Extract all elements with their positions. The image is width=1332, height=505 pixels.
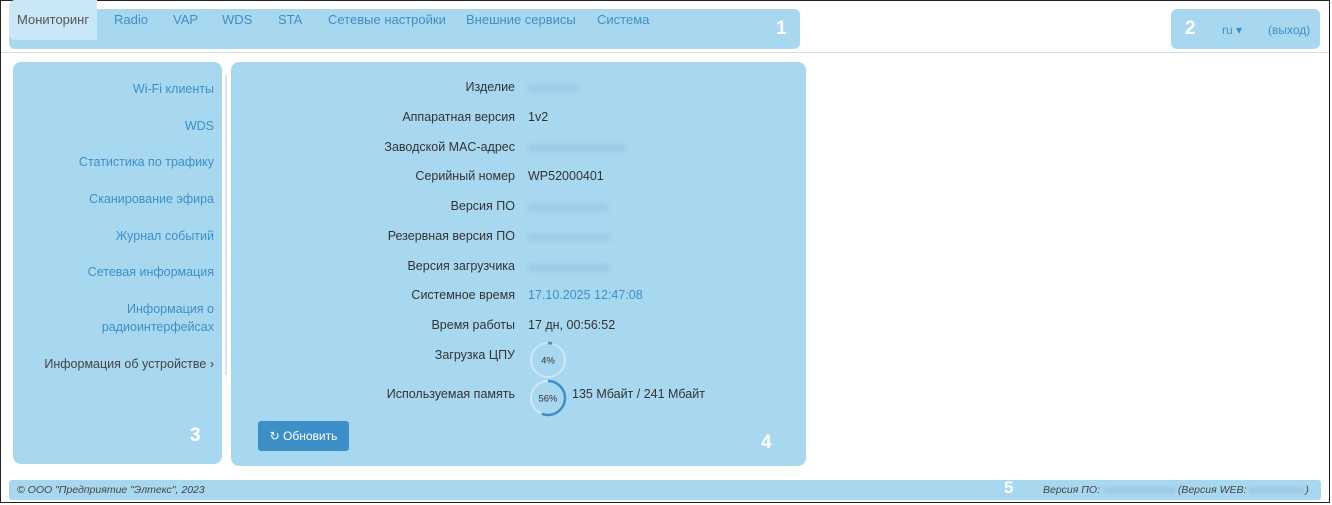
sidebar-item-device-info[interactable]: Информация об устройстве › xyxy=(44,355,214,373)
label-product: Изделие xyxy=(465,80,516,94)
label-system-time: Системное время xyxy=(411,288,515,302)
sidebar-item-radio-interfaces[interactable]: Информация о радиоинтерфейсах xyxy=(102,300,214,336)
footer-versions: Версия ПО: (Версия WEB: ) xyxy=(1043,480,1309,500)
value-product-redacted xyxy=(527,84,579,93)
memory-usage-text: 135 Мбайт / 241 Мбайт xyxy=(572,387,705,401)
label-factory-mac: Заводской MAC-адрес xyxy=(384,140,515,154)
sidebar-item-traffic-stats[interactable]: Статистика по трафику xyxy=(79,153,214,171)
logout-link[interactable]: (выход) xyxy=(1268,10,1310,50)
tab-radio[interactable]: Radio xyxy=(114,0,148,40)
tab-wds[interactable]: WDS xyxy=(222,0,252,40)
value-backup-fw-version-redacted xyxy=(527,233,611,242)
sidebar-item-wifi-clients[interactable]: Wi-Fi клиенты xyxy=(133,80,214,98)
label-hw-version: Аппаратная версия xyxy=(402,110,515,124)
value-system-time[interactable]: 17.10.2025 12:47:08 xyxy=(528,288,643,302)
cpu-load-gauge: 4% xyxy=(529,341,567,379)
footer-copyright: © ООО "Предприятие "Элтекс", 2023 xyxy=(17,484,205,496)
callout-2: 2 xyxy=(1185,18,1196,39)
tab-external-services[interactable]: Внешние сервисы xyxy=(466,0,576,40)
value-serial-number: WP52000401 xyxy=(528,169,604,183)
label-uptime: Время работы xyxy=(431,318,515,332)
tab-vap[interactable]: VAP xyxy=(173,0,198,40)
sidebar-item-label-line1: Информация о xyxy=(127,302,214,316)
callout-1: 1 xyxy=(776,18,787,39)
label-fw-version: Версия ПО xyxy=(450,199,515,213)
memory-percent-text: 56% xyxy=(538,394,558,405)
footer-web-label: (Версия WEB: xyxy=(1177,484,1247,496)
sidebar-item-event-log[interactable]: Журнал событий xyxy=(116,227,214,245)
sidebar-item-wds[interactable]: WDS xyxy=(185,117,214,135)
value-uptime: 17 дн, 00:56:52 xyxy=(528,318,616,332)
value-factory-mac-redacted xyxy=(527,144,627,153)
header-divider xyxy=(1,52,1329,53)
footer-fw-redacted xyxy=(1102,486,1175,494)
language-dropdown[interactable]: ru ▾ xyxy=(1222,10,1242,50)
callout-4: 4 xyxy=(761,432,772,453)
callout-5: 5 xyxy=(1004,478,1014,497)
refresh-icon: ↻ xyxy=(269,429,280,443)
sidebar-item-label-line2: радиоинтерфейсах xyxy=(101,320,214,334)
tab-sta[interactable]: STA xyxy=(278,0,302,40)
footer-web-redacted xyxy=(1249,486,1306,494)
tab-network-settings[interactable]: Сетевые настройки xyxy=(328,0,446,40)
cpu-load-text: 4% xyxy=(541,356,555,367)
footer-web-suffix: ) xyxy=(1305,484,1309,496)
refresh-button[interactable]: ↻ Обновить xyxy=(258,421,349,451)
sidebar-item-air-scan[interactable]: Сканирование эфира xyxy=(89,190,214,208)
device-info-panel xyxy=(231,62,806,466)
sidebar-divider xyxy=(225,75,227,375)
callout-3: 3 xyxy=(190,425,201,446)
refresh-button-label: Обновить xyxy=(283,429,338,443)
value-hw-version: 1v2 xyxy=(528,110,549,124)
label-cpu-load: Загрузка ЦПУ xyxy=(434,348,515,362)
footer-fw-label: Версия ПО: xyxy=(1043,484,1100,496)
value-fw-version-redacted xyxy=(527,203,609,212)
value-bootloader-version-redacted xyxy=(527,263,611,272)
sidebar-item-network-info[interactable]: Сетевая информация xyxy=(88,263,214,281)
label-bootloader-version: Версия загрузчика xyxy=(407,259,515,273)
label-serial-number: Серийный номер xyxy=(415,169,515,183)
label-memory-used: Используемая память xyxy=(386,387,515,401)
memory-gauge: 56% xyxy=(529,379,567,417)
label-backup-fw-version: Резервная версия ПО xyxy=(387,229,515,243)
tab-monitoring[interactable]: Мониторинг xyxy=(9,0,98,40)
tab-system[interactable]: Система xyxy=(597,0,649,40)
